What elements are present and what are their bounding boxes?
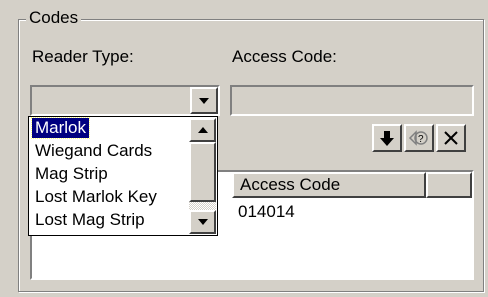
column-header-access-code[interactable]: Access Code [232,172,426,198]
chevron-up-icon [197,127,208,133]
list-item[interactable]: Lost Marlok Key [32,187,160,207]
move-down-button[interactable] [372,124,402,152]
scroll-up-button[interactable] [189,118,216,142]
access-code-cell: 014014 [238,202,295,221]
column-header-label: Access Code [240,175,341,194]
svg-text:?: ? [418,134,424,145]
down-arrow-icon [380,131,394,146]
delete-button[interactable] [436,124,466,152]
reader-type-dropdown-button[interactable] [190,87,218,114]
access-code-label: Access Code: [232,47,337,66]
chevron-down-icon [197,219,208,225]
list-scrollbar[interactable] [189,118,216,234]
column-header-empty[interactable] [426,172,472,198]
table-row[interactable]: 014014 [238,202,295,222]
list-item[interactable]: Mag Strip [32,164,111,184]
reader-type-dropdown-list[interactable]: Marlok Wiegand Cards Mag Strip Lost Marl… [28,116,218,236]
lookup-code-button[interactable]: ? [404,124,434,152]
list-item[interactable]: Marlok [30,117,91,139]
list-item[interactable]: Wiegand Cards [32,141,155,161]
reader-type-label: Reader Type: [32,47,134,66]
delete-x-icon [444,131,458,145]
chevron-down-icon [199,97,209,104]
scroll-thumb[interactable] [189,142,216,202]
code-lookup-icon: ? [408,130,428,146]
reader-type-combobox[interactable] [30,85,220,116]
list-item[interactable]: Lost Mag Strip [32,210,148,230]
access-code-input[interactable] [230,85,474,116]
scroll-down-button[interactable] [189,210,216,234]
group-title: Codes [26,8,82,28]
